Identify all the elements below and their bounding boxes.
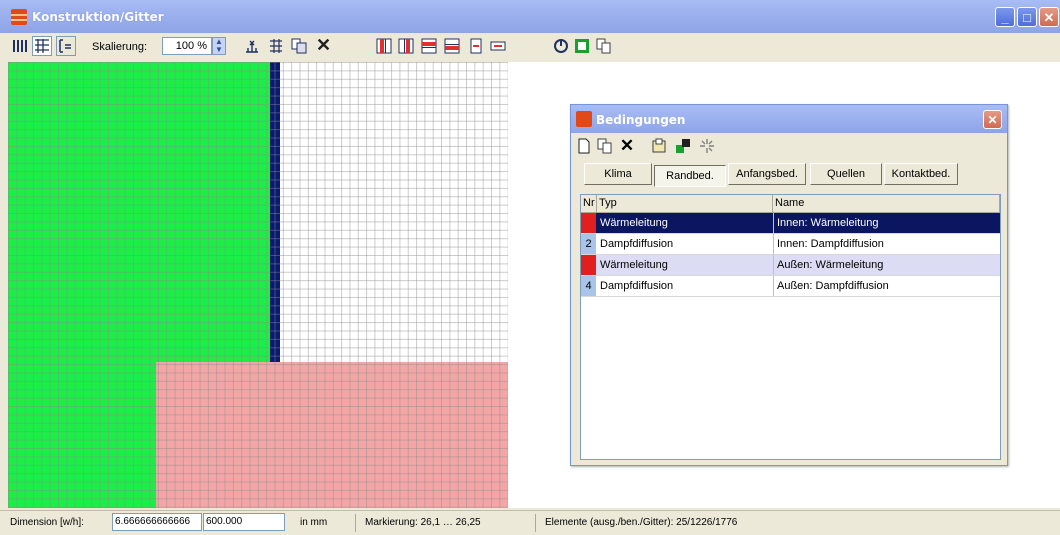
subdivide-icon[interactable] xyxy=(244,38,260,54)
tab-klima[interactable]: Klima xyxy=(584,163,652,185)
width-field[interactable]: 6.666666666666 xyxy=(112,513,202,531)
title-bar[interactable]: Konstruktion/Gitter _ □ ✕ xyxy=(0,0,1060,33)
insert-row-above-icon[interactable] xyxy=(421,38,437,54)
tab-anfangsbed[interactable]: Anfangsbed. xyxy=(728,163,806,185)
columns-icon[interactable] xyxy=(12,38,28,54)
tab-quellen[interactable]: Quellen xyxy=(810,163,882,185)
col-header-typ[interactable]: Typ xyxy=(597,195,773,213)
pink-region[interactable] xyxy=(156,362,508,508)
copy-icon[interactable] xyxy=(597,138,613,154)
dialog-title-bar[interactable]: Bedingungen ✕ xyxy=(571,105,1007,133)
elements-status: Elemente (ausg./ben./Gitter): 25/1226/17… xyxy=(545,517,738,528)
import-icon[interactable] xyxy=(651,138,667,154)
row-name: Innen: Wärmeleitung xyxy=(773,213,1000,233)
grid-canvas[interactable] xyxy=(8,62,508,508)
row-name: Außen: Wärmeleitung xyxy=(773,255,1000,275)
frame-icon[interactable] xyxy=(574,38,590,54)
delete-row-icon[interactable] xyxy=(490,38,506,54)
col-header-nr[interactable]: Nr xyxy=(581,195,597,213)
conditions-dialog: Bedingungen ✕ ✕ Klima Randbed. Anfangsbe… xyxy=(570,104,1008,466)
navy-region[interactable] xyxy=(270,62,280,362)
scale-input[interactable]: 100 % xyxy=(162,37,212,55)
row-typ: Dampfdiffusion xyxy=(600,238,674,250)
insert-row-below-icon[interactable] xyxy=(444,38,460,54)
row-typ: Wärmeleitung xyxy=(600,217,668,229)
dialog-tabs: Klima Randbed. Anfangsbed. Quellen Konta… xyxy=(571,161,1007,187)
scale-label: Skalierung: xyxy=(92,41,148,53)
grid-icon[interactable] xyxy=(32,36,52,56)
dialog-title: Bedingungen xyxy=(596,113,686,127)
table-row[interactable]: 3 Wärmeleitung Außen: Wärmeleitung xyxy=(581,255,1000,276)
dimension-label: Dimension [w/h]: xyxy=(10,517,84,528)
copy-icon[interactable] xyxy=(596,38,612,54)
delete-icon[interactable]: ✕ xyxy=(316,35,331,56)
table-row[interactable]: 1 Wärmeleitung Innen: Wärmeleitung xyxy=(581,213,1000,234)
status-divider xyxy=(535,514,536,532)
minimize-button[interactable]: _ xyxy=(995,7,1015,27)
row-number: 2 xyxy=(581,234,596,254)
close-button[interactable]: ✕ xyxy=(1039,7,1059,27)
row-typ: Dampfdiffusion xyxy=(600,280,674,292)
marker-status: Markierung: 26,1 … 26,25 xyxy=(365,517,481,528)
app-icon xyxy=(11,9,27,25)
table-row[interactable]: 2 Dampfdiffusion Innen: Dampfdiffusion xyxy=(581,234,1000,255)
dialog-app-icon xyxy=(576,111,592,127)
new-icon[interactable] xyxy=(576,138,592,154)
align-icon[interactable] xyxy=(268,38,284,54)
conditions-table: Nr Typ Name 1 Wärmeleitung Innen: Wärmelei… xyxy=(580,194,1001,460)
delete-icon[interactable]: ✕ xyxy=(619,137,635,154)
scale-spinner[interactable]: ▲ ▼ xyxy=(212,37,226,55)
main-window: Konstruktion/Gitter _ □ ✕ Skalierung: 10… xyxy=(0,0,1060,535)
row-number: 4 xyxy=(581,276,596,296)
tab-randbed[interactable]: Randbed. xyxy=(654,165,726,187)
green-region[interactable] xyxy=(8,62,270,362)
row-number: 1 xyxy=(581,213,596,233)
dialog-close-button[interactable]: ✕ xyxy=(983,110,1002,129)
tab-kontaktbed[interactable]: Kontaktbed. xyxy=(884,163,958,185)
col-header-name[interactable]: Name xyxy=(773,195,1000,213)
status-divider xyxy=(355,514,356,532)
row-number: 3 xyxy=(581,255,596,275)
insert-col-left-icon[interactable] xyxy=(376,38,392,54)
toolbar: Skalierung: 100 % ▲ ▼ ✕ xyxy=(0,33,1060,60)
row-name: Innen: Dampfdiffusion xyxy=(773,234,1000,254)
window-title: Konstruktion/Gitter xyxy=(32,10,164,24)
row-name: Außen: Dampfdiffusion xyxy=(773,276,1000,296)
delete-col-icon[interactable] xyxy=(468,38,484,54)
fit-icon[interactable] xyxy=(56,36,76,56)
assign-icon[interactable] xyxy=(675,138,691,154)
rotate-icon[interactable] xyxy=(553,38,569,54)
row-typ: Wärmeleitung xyxy=(600,259,668,271)
green-lower-region[interactable] xyxy=(8,362,156,508)
maximize-button[interactable]: □ xyxy=(1017,7,1037,27)
unit-label: in mm xyxy=(300,517,328,528)
paste-grid-icon[interactable] xyxy=(291,38,307,54)
insert-col-right-icon[interactable] xyxy=(398,38,414,54)
status-bar: Dimension [w/h]: 6.666666666666 600.000 … xyxy=(0,510,1060,535)
sparkle-icon[interactable] xyxy=(699,138,715,154)
dialog-toolbar: ✕ xyxy=(571,134,1007,158)
table-row[interactable]: 4 Dampfdiffusion Außen: Dampfdiffusion xyxy=(581,276,1000,297)
height-field[interactable]: 600.000 xyxy=(203,513,285,531)
